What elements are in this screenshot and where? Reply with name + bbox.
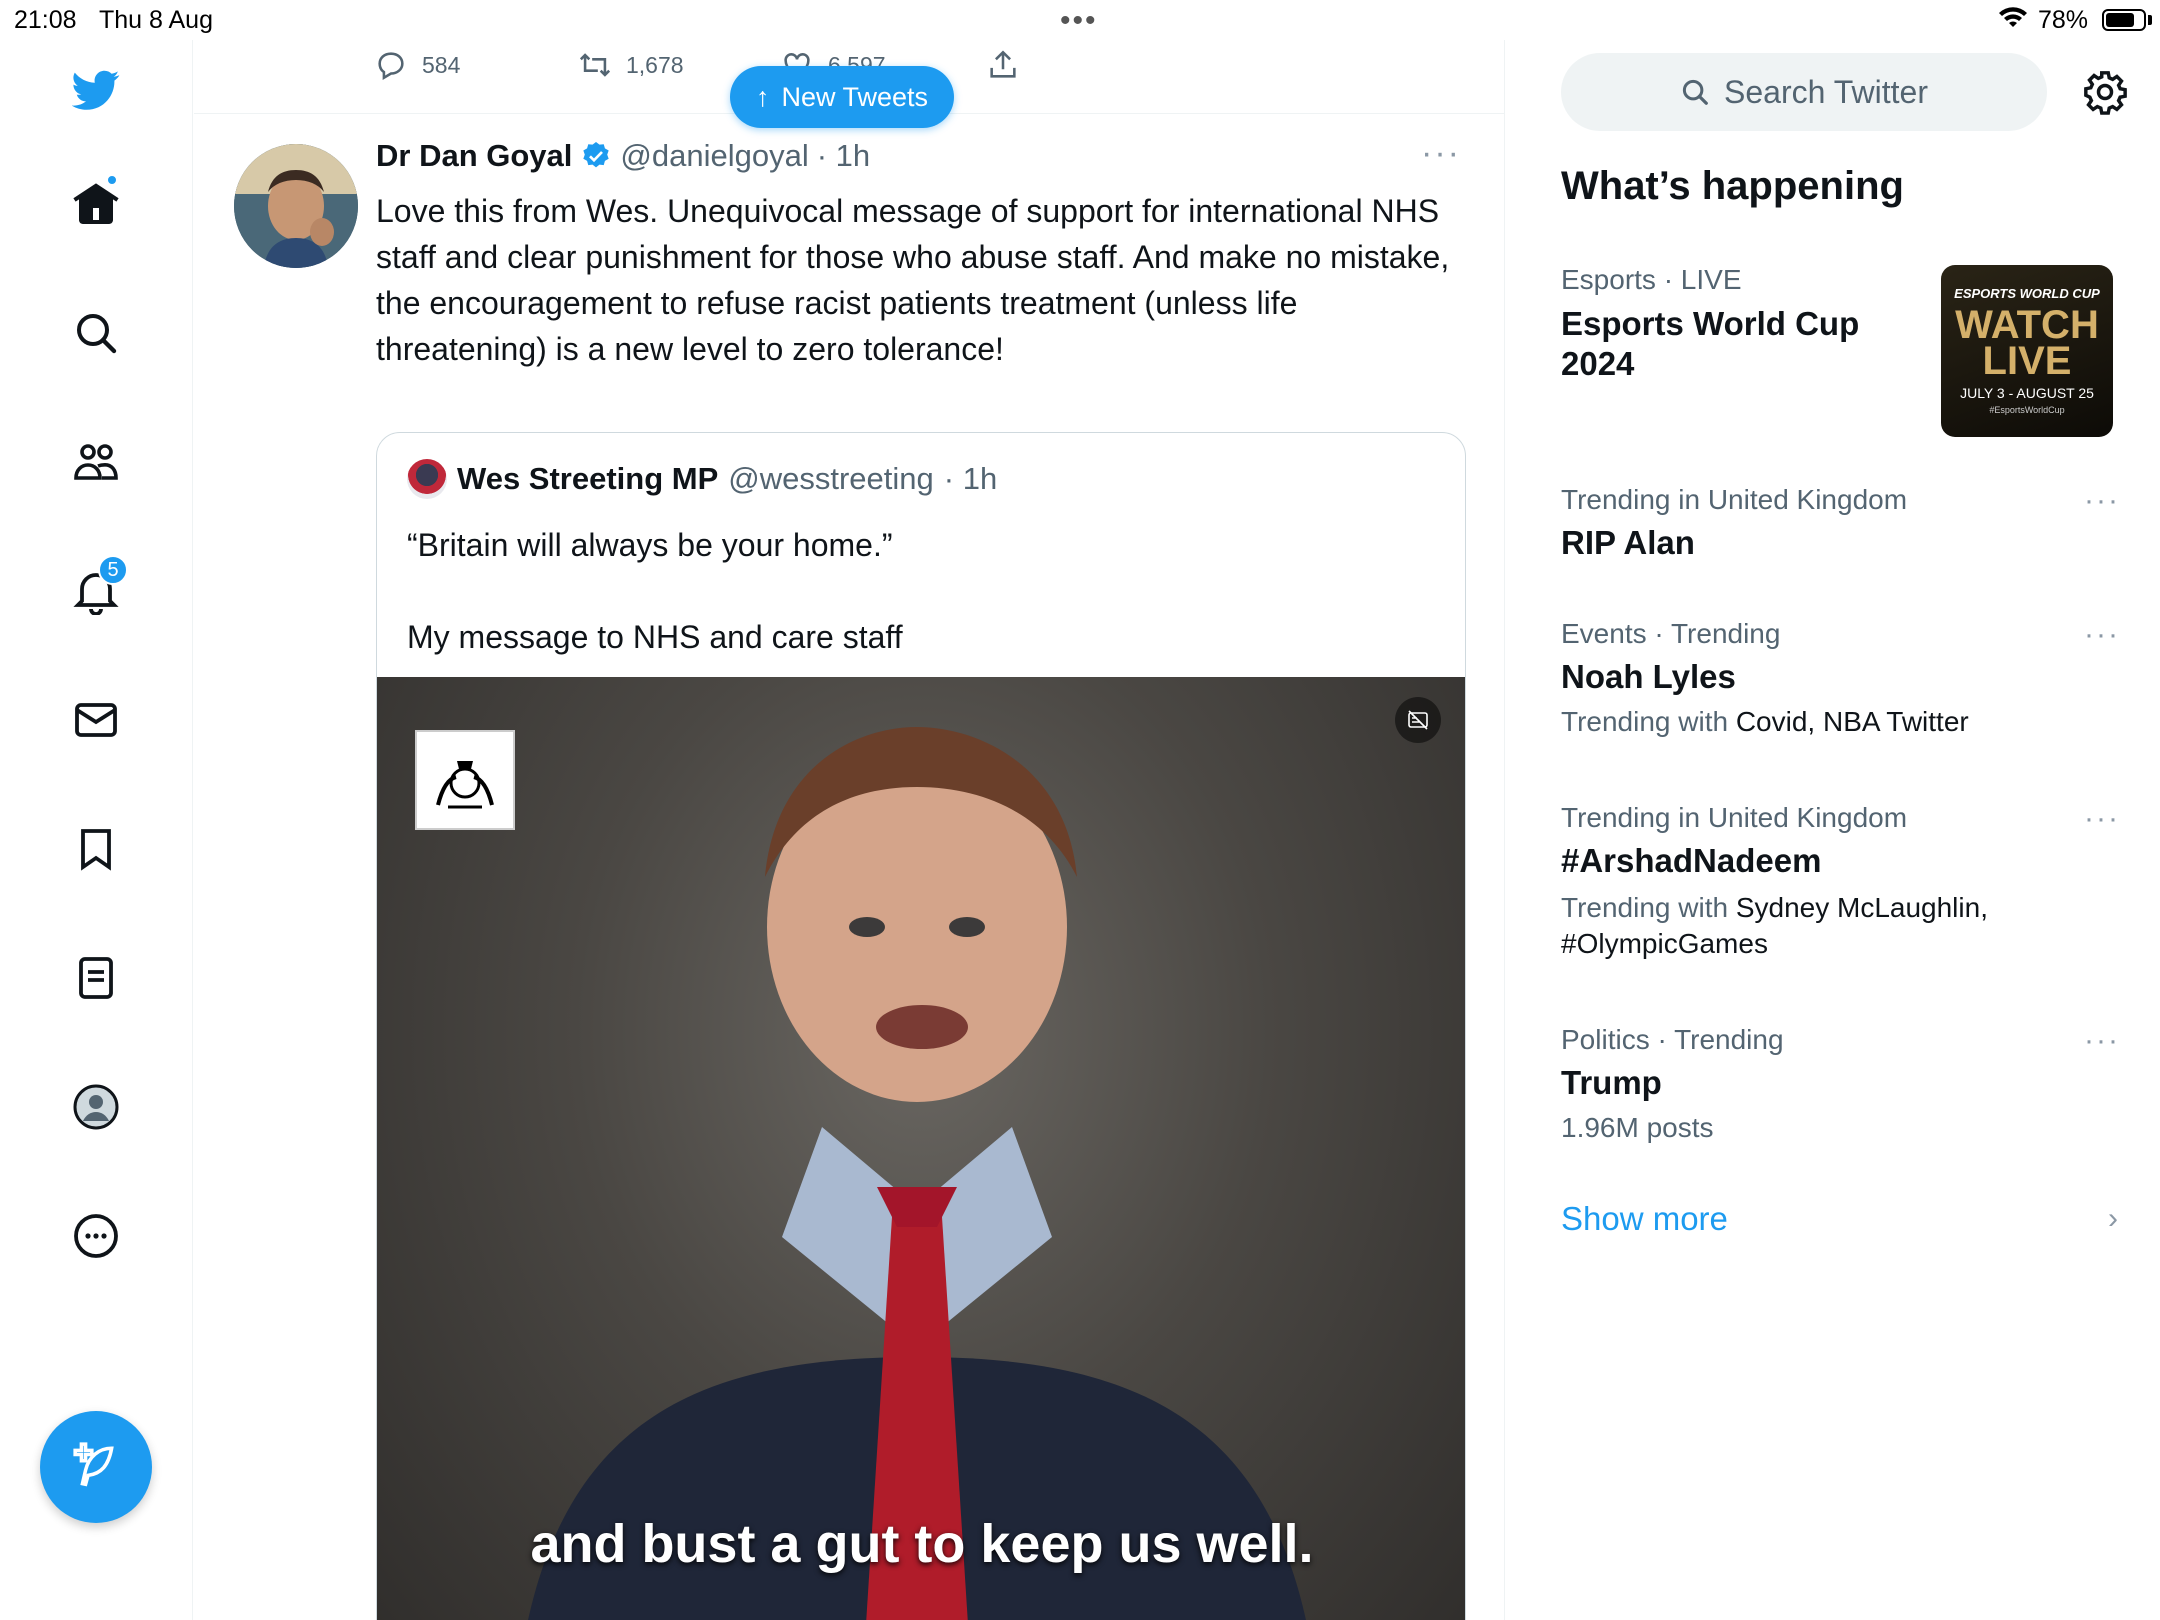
wifi-icon <box>1998 6 2028 37</box>
reply-button[interactable]: 584 <box>374 48 460 82</box>
twitter-bird-icon[interactable] <box>56 50 136 130</box>
whats-happening-title: What’s happening <box>1561 164 1904 208</box>
esports-image-tag: #EsportsWorldCup <box>1989 405 2065 415</box>
trend-more-icon[interactable]: ··· <box>2084 618 2120 652</box>
esports-image-dates: JULY 3 - AUGUST 25 <box>1960 385 2094 401</box>
royal-crest-logo <box>415 730 515 830</box>
author-name[interactable]: Dr Dan Goyal <box>376 138 572 174</box>
search-placeholder: Search Twitter <box>1724 73 1928 110</box>
trend-meta: Politics · Trending <box>1561 1024 1784 1055</box>
bell-icon[interactable]: 5 <box>56 551 136 631</box>
home-icon[interactable] <box>56 164 136 244</box>
trend-sub: Trending with Covid, NBA Twitter <box>1561 706 2121 738</box>
show-more-link[interactable]: Show more <box>1561 1200 1728 1238</box>
chevron-right-icon[interactable]: › <box>2108 1202 2118 1236</box>
trend-meta: Trending in United Kingdom <box>1561 484 1908 515</box>
video-frame <box>528 727 1306 1620</box>
compose-button[interactable] <box>40 1411 152 1523</box>
esports-image-watch: WATCH LIVE <box>1955 303 2099 383</box>
status-date: Thu 8 Aug <box>99 6 213 34</box>
search-icon <box>1682 79 1708 105</box>
trend-item[interactable]: Events · Trending Noah Lyles Trending wi… <box>1561 618 2121 738</box>
tweet[interactable]: Dr Dan Goyal @danielgoyal · 1h ··· Love … <box>194 116 1504 1620</box>
trend-sub: 1.96M posts <box>1561 1112 1714 1143</box>
quote-author-name: Wes Streeting MP <box>457 461 719 496</box>
status-bar: 21:08 Thu 8 Aug ••• 78% <box>0 0 2160 40</box>
reply-count: 584 <box>422 51 461 78</box>
verified-badge-icon <box>583 142 610 168</box>
quoted-tweet[interactable]: Wes Streeting MP @wesstreeting · 1h “Bri… <box>376 432 1466 1620</box>
trend-meta: Esports · LIVE <box>1561 264 1742 295</box>
right-sidebar: Search Twitter What’s happening Esports … <box>1506 40 2160 1620</box>
communities-icon[interactable] <box>56 422 136 502</box>
quote-header: Wes Streeting MP @wesstreeting · 1h <box>407 459 997 499</box>
more-icon[interactable] <box>56 1196 136 1276</box>
esports-image-header: ESPORTS WORLD CUP <box>1954 286 2100 301</box>
trend-sub-terms: Covid, NBA Twitter <box>1735 706 1969 737</box>
trend-item[interactable]: Trending in United Kingdom #ArshadNadeem… <box>1561 802 2101 962</box>
trend-meta: Trending in United Kingdom <box>1561 802 1908 833</box>
search-input[interactable]: Search Twitter <box>1561 53 2047 131</box>
trend-sub-prefix: Trending with <box>1561 706 1729 737</box>
tweet-time: · 1h <box>816 138 871 173</box>
tweet-header: Dr Dan Goyal @danielgoyal · 1h <box>376 138 870 174</box>
quote-author-handle: @wesstreeting <box>728 461 934 496</box>
retweet-button[interactable]: 1,678 <box>578 48 684 82</box>
profile-icon[interactable] <box>56 1067 136 1147</box>
bookmark-icon[interactable] <box>56 809 136 889</box>
trend-title: RIP Alan <box>1561 524 1695 561</box>
retweet-count: 1,678 <box>626 51 684 78</box>
compose-icon <box>73 1442 114 1487</box>
tweet-more-icon[interactable]: ··· <box>1421 134 1461 173</box>
trend-more-icon[interactable]: ··· <box>2084 1024 2120 1058</box>
quote-text-line-2: My message to NHS and care staff <box>407 619 903 655</box>
trend-item[interactable]: Politics · Trending Trump 1.96M posts <box>1561 1024 2121 1144</box>
lists-icon[interactable] <box>56 938 136 1018</box>
trend-title: Esports World Cup 2024 <box>1561 305 1860 382</box>
trend-sub-prefix: Trending with <box>1561 892 1729 923</box>
video-caption: and bust a gut to keep us well. <box>530 1514 1314 1574</box>
status-time: 21:08 <box>14 6 77 34</box>
trend-more-icon[interactable]: ··· <box>2084 802 2120 836</box>
share-icon <box>990 50 1016 78</box>
quote-text-line-1: “Britain will always be your home.” <box>407 527 893 563</box>
battery-icon <box>2102 9 2146 31</box>
left-nav: 5 <box>0 40 193 1620</box>
reply-icon <box>378 52 404 81</box>
esports-world-cup-image[interactable]: ESPORTS WORLD CUP WATCH LIVE JULY 3 - AU… <box>1941 265 2113 437</box>
trend-more-icon[interactable]: ··· <box>2084 484 2120 518</box>
captions-icon <box>1408 710 1428 730</box>
share-button[interactable] <box>986 48 1020 82</box>
tweet-text: Love this from Wes. Unequivocal message … <box>376 193 1450 367</box>
trend-esports[interactable]: Esports · LIVE Esports World Cup 2024 <box>1561 264 1921 384</box>
mail-icon[interactable] <box>56 680 136 760</box>
video-player[interactable]: and bust a gut to keep us well. <box>377 677 1465 1620</box>
trend-meta: Events · Trending <box>1561 618 1781 649</box>
author-handle[interactable]: @danielgoyal <box>620 138 808 174</box>
quote-time: · 1h <box>943 461 998 496</box>
retweet-icon <box>579 53 611 77</box>
mute-button[interactable] <box>1395 697 1441 743</box>
avatar[interactable] <box>234 144 358 268</box>
home-unread-dot <box>106 174 118 186</box>
quote-avatar[interactable] <box>407 459 447 499</box>
timeline: 584 1,678 6,597 ↑ New Tweets Dr Dan Goya… <box>194 40 1505 1620</box>
trend-item[interactable]: Trending in United Kingdom RIP Alan <box>1561 484 2121 562</box>
multitasking-dots-icon[interactable]: ••• <box>1060 4 1098 38</box>
notifications-badge: 5 <box>98 555 128 585</box>
trend-title: Trump <box>1561 1064 1662 1101</box>
new-tweets-label: New Tweets <box>781 81 929 112</box>
trend-title: #ArshadNadeem <box>1561 842 1822 879</box>
trend-sub: Trending with Sydney McLaughlin, #Olympi… <box>1561 890 2101 962</box>
gear-icon[interactable] <box>2077 64 2133 120</box>
arrow-up-icon: ↑ <box>756 81 770 112</box>
search-icon[interactable] <box>56 293 136 373</box>
trend-title: Noah Lyles <box>1561 658 1736 695</box>
battery-percent: 78% <box>2038 6 2089 34</box>
